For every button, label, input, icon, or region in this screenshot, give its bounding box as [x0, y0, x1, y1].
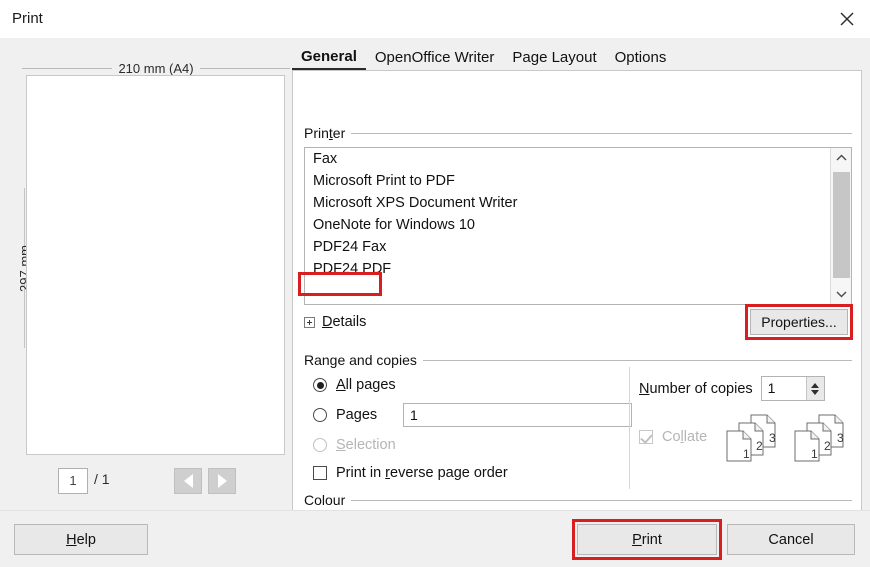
svg-text:2: 2 — [756, 439, 763, 453]
plus-box-expander-icon — [304, 317, 315, 328]
scrollbar-up-button[interactable] — [831, 148, 852, 168]
number-of-copies-row: Number of copies 1 — [639, 376, 825, 401]
svg-text:2: 2 — [824, 439, 831, 453]
number-of-copies-arrows[interactable] — [806, 377, 824, 400]
print-preview-pane: 210 mm (A4) 297 mm 1 / 1 — [0, 38, 290, 510]
cancel-button[interactable]: Cancel — [727, 524, 855, 555]
preview-width-dimension: 210 mm (A4) — [22, 60, 290, 76]
dialog-body: 210 mm (A4) 297 mm 1 / 1 General OpenOff… — [0, 38, 870, 510]
preview-next-page-button[interactable] — [208, 468, 236, 494]
reverse-order-checkbox-row[interactable]: Print in reverse page order — [313, 465, 508, 481]
dialog-footer: Help Print Cancel — [0, 510, 870, 567]
printer-list-item[interactable]: Fax — [305, 148, 851, 170]
svg-text:1: 1 — [811, 447, 818, 461]
spinner-up-icon[interactable] — [811, 383, 819, 388]
colour-group-label: Colour — [304, 492, 345, 508]
properties-button[interactable]: Properties... — [750, 309, 848, 335]
collate-checkbox-row: Collate — [639, 429, 707, 445]
chevron-up-icon — [836, 154, 847, 162]
preview-page-navigation: 1 / 1 — [26, 466, 285, 500]
scrollbar-down-button[interactable] — [831, 284, 852, 304]
tab-page-layout[interactable]: Page Layout — [503, 44, 605, 70]
number-of-copies-label: Number of copies — [639, 381, 753, 397]
all-pages-label: All pages — [336, 377, 396, 393]
selection-radio — [313, 438, 327, 452]
preview-page-sheet — [26, 75, 285, 455]
preview-width-label: 210 mm (A4) — [118, 61, 193, 76]
details-expander[interactable]: Details — [304, 311, 366, 333]
details-label: Details — [322, 314, 366, 330]
tab-options[interactable]: Options — [606, 44, 676, 70]
close-icon — [839, 11, 855, 27]
group-rule — [351, 500, 852, 501]
dimension-rule-right — [200, 68, 290, 69]
selection-radio-row: Selection — [313, 437, 396, 453]
page-stack-icon: 3 2 1 — [793, 413, 849, 463]
general-tab-panel: Printer Fax Microsoft Print to PDF Micro… — [292, 70, 862, 528]
tab-general[interactable]: General — [292, 44, 366, 70]
help-button[interactable]: Help — [14, 524, 148, 555]
help-button-label: Help — [66, 532, 96, 548]
page-stack-icon: 3 2 1 — [725, 413, 781, 463]
svg-text:1: 1 — [743, 447, 750, 461]
printer-list-item[interactable]: PDF24 Fax — [305, 236, 851, 258]
tab-openoffice-writer[interactable]: OpenOffice Writer — [366, 44, 504, 70]
preview-page-number-input[interactable]: 1 — [58, 468, 88, 494]
group-rule — [423, 360, 852, 361]
chevron-down-icon — [836, 290, 847, 298]
all-pages-radio-row[interactable]: All pages — [313, 377, 396, 393]
pages-radio[interactable] — [313, 408, 327, 422]
number-of-copies-value[interactable]: 1 — [762, 377, 806, 400]
title-bar: Print — [0, 0, 870, 38]
printer-list-item-selected[interactable]: PDF24 PDF — [305, 258, 851, 280]
print-button[interactable]: Print — [577, 524, 717, 555]
pages-radio-row[interactable]: Pages — [313, 407, 377, 423]
scrollbar-thumb[interactable] — [833, 172, 850, 278]
all-pages-radio[interactable] — [313, 378, 327, 392]
dimension-rule-left — [22, 68, 112, 69]
preview-previous-page-button[interactable] — [174, 468, 202, 494]
range-group-header: Range and copies — [304, 352, 852, 368]
collate-label: Collate — [662, 429, 707, 445]
collate-illustration: 3 2 1 3 2 1 — [725, 413, 849, 463]
svg-text:3: 3 — [769, 431, 776, 445]
pages-label: Pages — [336, 407, 377, 423]
range-group-label: Range and copies — [304, 352, 417, 368]
svg-text:3: 3 — [837, 431, 844, 445]
column-divider — [629, 367, 630, 489]
reverse-order-label: Print in reverse page order — [336, 465, 508, 481]
number-of-copies-stepper[interactable]: 1 — [761, 376, 825, 401]
group-rule — [351, 133, 852, 134]
close-button[interactable] — [824, 0, 870, 38]
preview-page-total-label: / 1 — [94, 471, 110, 487]
triangle-left-icon — [184, 474, 193, 488]
window-title: Print — [12, 10, 43, 27]
pages-range-input[interactable]: 1 — [403, 403, 632, 427]
printer-list-item[interactable]: Microsoft Print to PDF — [305, 170, 851, 192]
printer-list-item[interactable]: Microsoft XPS Document Writer — [305, 192, 851, 214]
printer-group-label: Printer — [304, 125, 345, 141]
printer-list-scrollbar[interactable] — [830, 148, 851, 304]
printer-group-header: Printer — [304, 125, 852, 141]
printer-list-item[interactable]: OneNote for Windows 10 — [305, 214, 851, 236]
colour-group-header: Colour — [304, 492, 852, 508]
print-button-label: Print — [632, 532, 662, 548]
collate-checkbox — [639, 430, 653, 444]
spinner-down-icon[interactable] — [811, 390, 819, 395]
printer-list[interactable]: Fax Microsoft Print to PDF Microsoft XPS… — [304, 147, 852, 305]
reverse-order-checkbox[interactable] — [313, 466, 327, 480]
triangle-right-icon — [218, 474, 227, 488]
selection-label: Selection — [336, 437, 396, 453]
tab-strip: General OpenOffice Writer Page Layout Op… — [292, 44, 862, 70]
